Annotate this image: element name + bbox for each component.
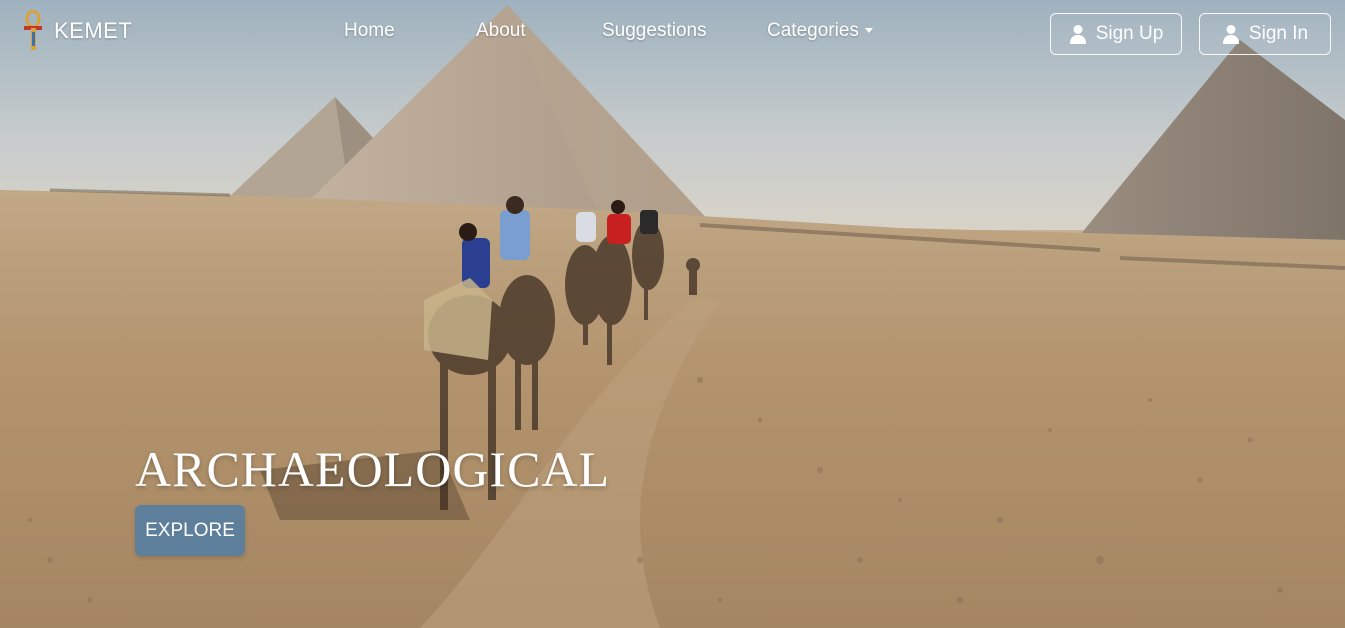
nav-suggestions[interactable]: Suggestions bbox=[602, 20, 707, 42]
sign-in-button[interactable]: Sign In bbox=[1199, 13, 1331, 55]
nav-categories-label: Categories bbox=[767, 20, 859, 41]
sign-up-button[interactable]: Sign Up bbox=[1050, 13, 1182, 55]
nav-home[interactable]: Home bbox=[344, 20, 395, 42]
caret-down-icon bbox=[864, 28, 873, 34]
explore-button[interactable]: EXPLORE bbox=[135, 505, 245, 556]
hero-section: KEMET Home About Suggestions Categories … bbox=[0, 0, 1345, 628]
nav-categories-dropdown[interactable]: Categories bbox=[767, 20, 873, 42]
user-icon bbox=[1069, 25, 1086, 44]
nav-about[interactable]: About bbox=[476, 20, 526, 42]
user-icon bbox=[1222, 25, 1239, 44]
sign-in-label: Sign In bbox=[1248, 23, 1309, 44]
sign-up-label: Sign Up bbox=[1095, 23, 1164, 44]
hero-title: ARCHAEOLOGICAL bbox=[135, 441, 611, 497]
